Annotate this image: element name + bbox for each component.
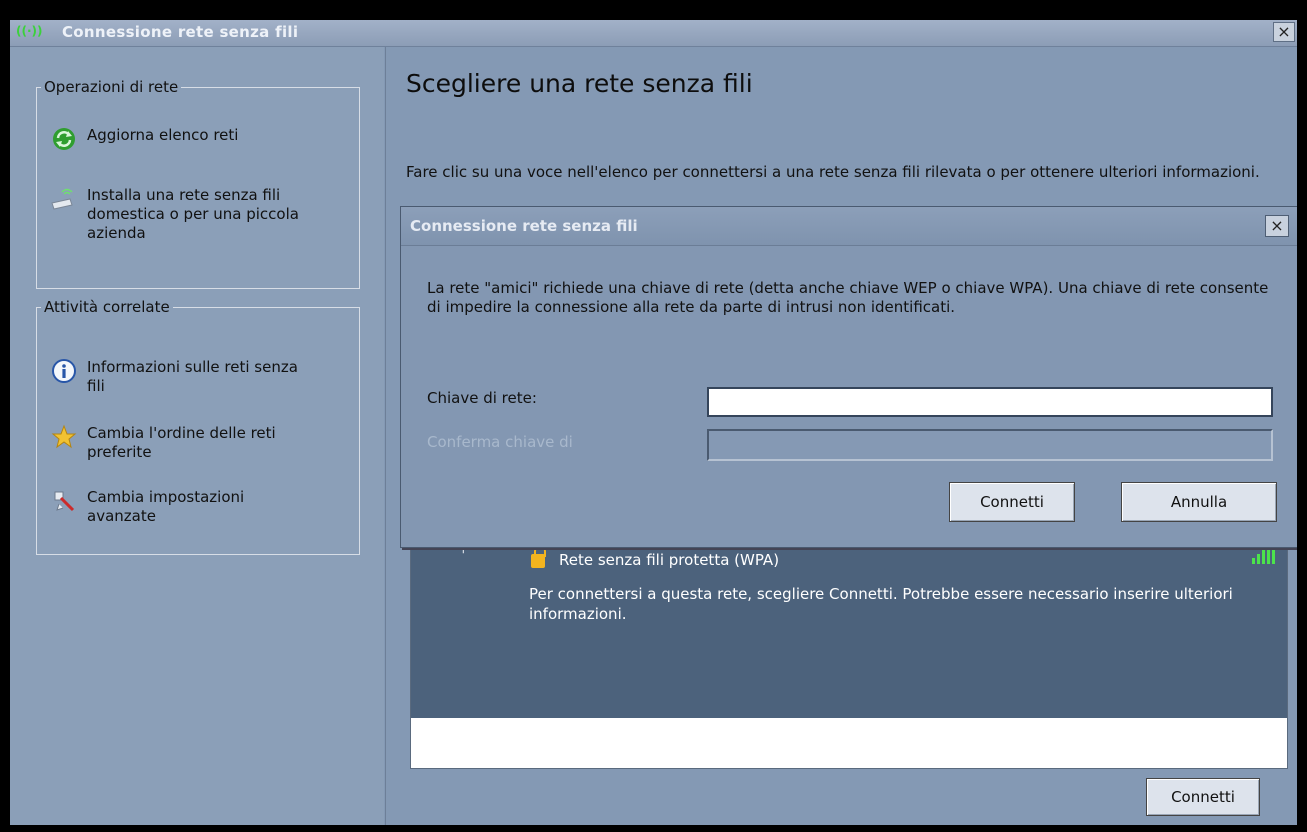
advanced-settings-link[interactable]: Cambia impostazioni avanzate xyxy=(49,488,307,526)
task-sidebar: Operazioni di rete Aggiorna elenco reti xyxy=(10,47,384,825)
wireless-info-label: Informazioni sulle reti senza fili xyxy=(87,358,298,395)
dialog-message: La rete "amici" richiede una chiave di r… xyxy=(427,279,1269,316)
advanced-settings-label: Cambia impostazioni avanzate xyxy=(87,488,245,525)
network-tasks-title: Operazioni di rete xyxy=(41,78,182,96)
setup-wireless-network-label: Installa una rete senza fili domestica o… xyxy=(87,186,299,242)
dialog-connect-button[interactable]: Connetti xyxy=(949,482,1075,522)
setup-wireless-network-link[interactable]: Installa una rete senza fili domestica o… xyxy=(49,186,327,243)
info-icon xyxy=(49,358,79,384)
network-list[interactable]: | Rete senza fili protetta (WPA) Per con… xyxy=(410,537,1288,769)
related-tasks-group: Attività correlate Informazioni sulle re… xyxy=(36,298,360,555)
settings-icon xyxy=(49,488,79,514)
dialog-close-button[interactable]: × xyxy=(1265,215,1289,237)
lock-icon xyxy=(531,546,546,568)
network-description: Per connettersi a questa rete, scegliere… xyxy=(529,585,1233,623)
wireless-connection-window: ((·)) Connessione rete senza fili × Oper… xyxy=(10,20,1297,825)
confirm-key-label: Conferma chiave di xyxy=(427,433,573,451)
refresh-icon xyxy=(49,126,79,152)
network-tasks-group: Operazioni di rete Aggiorna elenco reti xyxy=(36,78,360,289)
network-key-dialog: Connessione rete senza fili × La rete "a… xyxy=(400,206,1297,548)
dialog-title: Connessione rete senza fili xyxy=(410,217,638,235)
dialog-cancel-button[interactable]: Annulla xyxy=(1121,482,1277,522)
page-title: Scegliere una rete senza fili xyxy=(406,69,753,98)
connect-button[interactable]: Connetti xyxy=(1146,778,1260,816)
related-tasks-title: Attività correlate xyxy=(41,298,173,316)
close-button[interactable]: × xyxy=(1273,22,1295,42)
confirm-key-field[interactable] xyxy=(707,429,1273,461)
dialog-title-bar: Connessione rete senza fili × xyxy=(401,207,1297,246)
title-bar: ((·)) Connessione rete senza fili × xyxy=(10,20,1297,47)
intro-text: Fare clic su una voce nell'elenco per co… xyxy=(406,163,1260,181)
refresh-network-list-link[interactable]: Aggiorna elenco reti xyxy=(49,126,327,152)
network-list-item[interactable]: | Rete senza fili protetta (WPA) Per con… xyxy=(411,538,1287,718)
wireless-icon: ((·)) xyxy=(16,24,43,38)
window-title: Connessione rete senza fili xyxy=(62,23,299,41)
change-preferred-order-label: Cambia l'ordine delle reti preferite xyxy=(87,424,276,461)
network-name: Rete senza fili protetta (WPA) xyxy=(559,551,780,569)
network-key-field[interactable] xyxy=(707,387,1273,417)
wireless-setup-icon xyxy=(49,186,79,212)
change-preferred-order-link[interactable]: Cambia l'ordine delle reti preferite xyxy=(49,424,327,462)
network-key-label: Chiave di rete: xyxy=(427,389,537,407)
wireless-info-link[interactable]: Informazioni sulle reti senza fili xyxy=(49,358,307,396)
refresh-network-list-label: Aggiorna elenco reti xyxy=(87,126,239,144)
star-icon xyxy=(49,424,79,450)
